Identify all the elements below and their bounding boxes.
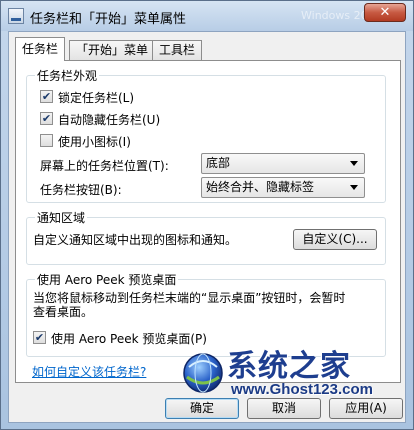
auto-hide-checkbox[interactable]: ✔ 自动隐藏任务栏(U) [40,111,240,127]
chevron-down-icon [350,161,358,166]
window-title: 任务栏和「开始」菜单属性 [30,12,187,27]
watermark-title: 系统之家 [227,349,351,384]
checkbox-checked-icon: ✔ [40,112,53,125]
checkbox-checked-icon: ✔ [33,331,46,344]
aero-peek-description-line2: 查看桌面。 [33,305,94,319]
notification-area-group: 通知区域 自定义通知区域中出现的图标和通知。 自定义(C)... [26,209,386,265]
tab-taskbar[interactable]: 任务栏 [15,37,66,61]
taskbar-position-select[interactable]: 底部 [201,153,365,174]
notification-description: 自定义通知区域中出现的图标和通知。 [33,233,238,247]
chevron-down-icon [350,185,358,190]
watermark: 系统之家 www.Ghost123.com [181,339,411,409]
appearance-group-title: 任务栏外观 [35,67,100,84]
auto-hide-label: 自动隐藏任务栏(U) [58,113,161,127]
title-bar[interactable]: 任务栏和「开始」菜单属性 Windows 2011 ... ✕ [1,1,413,31]
close-icon: ✕ [379,5,391,20]
taskbar-buttons-select[interactable]: 始终合并、隐藏标签 [201,177,365,198]
aero-peek-group-title: 使用 Aero Peek 预览桌面 [35,271,179,288]
taskbar-position-label: 屏幕上的任务栏位置(T): [40,159,169,173]
help-link[interactable]: 如何自定义该任务栏? [32,363,146,380]
properties-window: 任务栏和「开始」菜单属性 Windows 2011 ... ✕ 任务栏 「开始」… [0,0,414,430]
close-button[interactable]: ✕ [364,3,406,22]
tab-panel-taskbar: 任务栏外观 ✔ 锁定任务栏(L) ✔ 自动隐藏任务栏(U) 使用小图标(I) 屏… [15,60,401,383]
tab-start-menu[interactable]: 「开始」菜单 [69,40,156,60]
watermark-url: www.Ghost123.com [231,381,373,398]
lock-taskbar-checkbox[interactable]: ✔ 锁定任务栏(L) [40,89,240,105]
taskbar-position-value: 底部 [206,156,231,170]
checkbox-unchecked-icon [40,134,53,147]
tab-toolbars[interactable]: 工具栏 [152,40,203,60]
checkbox-checked-icon: ✔ [40,90,53,103]
appearance-group: 任务栏外观 ✔ 锁定任务栏(L) ✔ 自动隐藏任务栏(U) 使用小图标(I) 屏… [26,67,386,203]
notification-group-title: 通知区域 [35,209,88,226]
customize-button[interactable]: 自定义(C)... [293,229,377,250]
taskbar-buttons-value: 始终合并、隐藏标签 [206,180,315,194]
small-icons-label: 使用小图标(I) [58,135,131,149]
taskbar-buttons-label: 任务栏按钮(B): [40,183,122,197]
small-icons-checkbox[interactable]: 使用小图标(I) [40,133,240,149]
taskbar-icon [8,8,24,24]
globe-logo-icon [183,353,223,393]
lock-taskbar-label: 锁定任务栏(L) [58,91,135,105]
